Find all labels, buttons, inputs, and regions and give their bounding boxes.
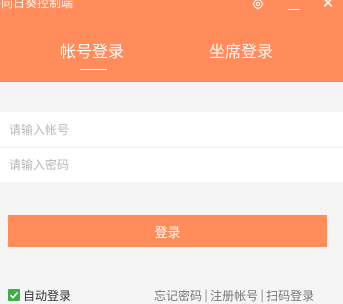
scan-login-link[interactable]: 扫码登录 <box>266 287 314 304</box>
register-account-link[interactable]: 注册帐号 <box>210 287 258 304</box>
settings-button[interactable] <box>248 0 268 11</box>
tab-account-login[interactable]: 帐号登录 <box>60 42 124 62</box>
minimize-button[interactable] <box>284 2 304 16</box>
minimize-icon <box>288 8 300 10</box>
checkbox-checked-icon <box>8 289 20 301</box>
app-title: 向日葵控制端 <box>1 0 74 10</box>
tab-agent-login[interactable]: 坐席登录 <box>209 42 273 62</box>
settings-gear-icon <box>252 0 264 10</box>
auto-login-label: 自动登录 <box>23 288 72 303</box>
account-input[interactable] <box>0 112 343 147</box>
close-icon: ✕ <box>321 0 335 12</box>
footer-links: 忘记密码 | 注册帐号 | 扫码登录 <box>154 287 314 304</box>
login-button[interactable]: 登录 <box>8 215 327 247</box>
login-form <box>0 112 343 182</box>
auto-login-checkbox[interactable]: 自动登录 <box>8 288 72 303</box>
link-separator: | <box>260 288 265 302</box>
forgot-password-link[interactable]: 忘记密码 <box>154 287 202 304</box>
password-input[interactable] <box>0 147 343 182</box>
active-tab-indicator <box>80 69 107 70</box>
link-separator: | <box>204 288 209 302</box>
login-header: 向日葵控制端 ✕ 帐号登录 坐席登录 <box>0 0 343 82</box>
close-button[interactable]: ✕ <box>318 0 338 12</box>
